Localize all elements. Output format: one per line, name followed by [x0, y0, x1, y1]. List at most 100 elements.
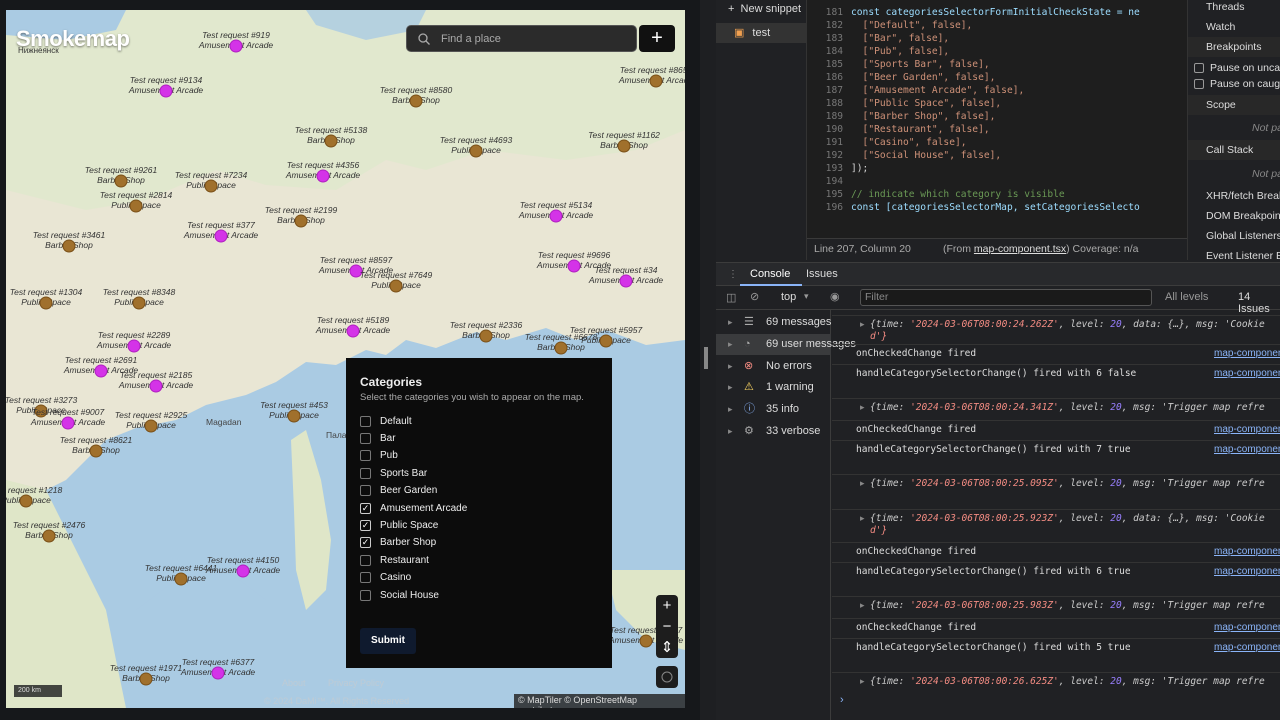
- console-message[interactable]: onCheckedChange fired map-component.tsx: [832, 621, 1280, 635]
- console-message[interactable]: handleCategorySelectorChange() fired wit…: [832, 641, 1280, 655]
- category-option[interactable]: ✓ Amusement Arcade: [360, 501, 467, 515]
- checkbox-icon[interactable]: [360, 467, 371, 479]
- console-message[interactable]: ▸ {time: '2024-03-06T08:00:26.625Z', leve…: [832, 675, 1280, 689]
- barber-shop-marker-icon[interactable]: [130, 200, 142, 212]
- expand-arrow-icon[interactable]: ▸: [728, 377, 733, 398]
- tab-console[interactable]: Console: [750, 268, 790, 280]
- category-option[interactable]: Beer Garden: [360, 484, 437, 498]
- public-space-marker-icon[interactable]: [150, 380, 162, 392]
- console-message[interactable]: ▸ {time: '2024-03-06T08:00:25.923Z', leve…: [832, 512, 1280, 538]
- expand-arrow-icon[interactable]: ▸: [860, 318, 865, 331]
- public-space-marker-icon[interactable]: [128, 340, 140, 352]
- console-message[interactable]: onCheckedChange fired map-component.tsx: [832, 423, 1280, 437]
- expand-arrow-icon[interactable]: ▸: [860, 401, 865, 414]
- barber-shop-marker-icon[interactable]: [140, 673, 152, 685]
- source-link[interactable]: map-component.tsx: [1214, 599, 1280, 601]
- barber-shop-marker-icon[interactable]: [90, 445, 102, 457]
- search-input[interactable]: Find a place: [406, 25, 637, 52]
- category-option[interactable]: ✓ Barber Shop: [360, 536, 436, 550]
- footer-link-about[interactable]: About: [282, 678, 306, 688]
- console-message[interactable]: handleCategorySelectorChange() fired wit…: [832, 367, 1280, 381]
- pause-caught-checkbox[interactable]: Pause on caught: [1210, 78, 1280, 90]
- public-space-marker-icon[interactable]: [550, 210, 562, 222]
- expand-arrow-icon[interactable]: ▸: [728, 312, 733, 333]
- console-message[interactable]: ▸ {time: '2024-03-06T08:00:25.983Z', leve…: [832, 599, 1280, 613]
- category-option[interactable]: Bar: [360, 431, 396, 445]
- console-filter-info[interactable]: ▸ ⓘ 35 info: [716, 399, 831, 420]
- geolocate-button[interactable]: [656, 666, 678, 688]
- expand-arrow-icon[interactable]: ▸: [860, 477, 865, 490]
- public-space-marker-icon[interactable]: [212, 667, 224, 679]
- issues-counter[interactable]: 14 Issues: [1238, 291, 1280, 315]
- expand-arrow-icon[interactable]: ▸: [860, 675, 865, 688]
- map-attribution[interactable]: © MapTiler © OpenStreetMap contributors: [514, 694, 685, 708]
- console-filter-user[interactable]: ▸ ◔ 69 user messages: [716, 333, 856, 355]
- snippet-item[interactable]: ▣ test: [716, 23, 806, 43]
- category-option[interactable]: Pub: [360, 449, 398, 463]
- source-link[interactable]: map-component.tsx: [1214, 367, 1280, 380]
- category-option[interactable]: Social House: [360, 588, 439, 602]
- barber-shop-marker-icon[interactable]: [618, 140, 630, 152]
- barber-shop-marker-icon[interactable]: [145, 420, 157, 432]
- checkbox-icon[interactable]: [360, 554, 371, 566]
- barber-shop-marker-icon[interactable]: [650, 75, 662, 87]
- barber-shop-marker-icon[interactable]: [63, 240, 75, 252]
- barber-shop-marker-icon[interactable]: [325, 135, 337, 147]
- source-link[interactable]: map-component.tsx: [1214, 512, 1280, 514]
- checkbox-icon[interactable]: [360, 572, 371, 584]
- public-space-marker-icon[interactable]: [317, 170, 329, 182]
- public-space-marker-icon[interactable]: [160, 85, 172, 97]
- new-snippet-button[interactable]: + New snippet: [728, 3, 801, 15]
- source-link[interactable]: map-component.tsx: [1214, 641, 1280, 654]
- console-message[interactable]: onCheckedChange fired map-component.tsx: [832, 347, 1280, 361]
- global-listeners-section[interactable]: Global Listeners: [1206, 230, 1280, 242]
- source-link[interactable]: map-component.tsx: [1214, 318, 1280, 320]
- checkbox-icon[interactable]: [360, 432, 371, 444]
- source-link[interactable]: map-component.tsx: [1214, 477, 1280, 479]
- barber-shop-marker-icon[interactable]: [133, 297, 145, 309]
- console-message[interactable]: ▸ {time: '2024-03-06T08:00:25.095Z', leve…: [832, 477, 1280, 491]
- barber-shop-marker-icon[interactable]: [480, 330, 492, 342]
- tab-issues[interactable]: Issues: [806, 268, 838, 280]
- expand-arrow-icon[interactable]: ▸: [860, 599, 865, 612]
- public-space-marker-icon[interactable]: [237, 565, 249, 577]
- checkbox-checked-icon[interactable]: ✓: [360, 502, 371, 514]
- public-space-marker-icon[interactable]: [620, 275, 632, 287]
- category-option[interactable]: Default: [360, 414, 412, 428]
- code-editor[interactable]: 181 const categoriesSelectorFormInitialCh…: [807, 0, 1187, 238]
- expand-arrow-icon[interactable]: ▸: [860, 512, 865, 525]
- threads-section[interactable]: Threads: [1206, 1, 1245, 13]
- barber-shop-marker-icon[interactable]: [410, 95, 422, 107]
- console-filter-error[interactable]: ▸ ⊗ No errors: [716, 356, 831, 377]
- barber-shop-marker-icon[interactable]: [555, 342, 567, 354]
- category-option[interactable]: ✓ Public Space: [360, 518, 438, 532]
- console-message[interactable]: ▸ {time: '2024-03-06T08:00:24.262Z', leve…: [832, 318, 1280, 344]
- public-space-marker-icon[interactable]: [568, 260, 580, 272]
- source-link[interactable]: map-component.tsx: [1214, 621, 1280, 634]
- source-link[interactable]: map-component.tsx: [1214, 443, 1280, 456]
- public-space-marker-icon[interactable]: [95, 365, 107, 377]
- checkbox-icon[interactable]: [360, 450, 371, 462]
- checkbox-icon[interactable]: [360, 415, 371, 427]
- barber-shop-marker-icon[interactable]: [640, 635, 652, 647]
- console-prompt-icon[interactable]: ›: [840, 694, 844, 706]
- drawer-menu-icon[interactable]: ⋮: [728, 269, 738, 280]
- console-message[interactable]: handleCategorySelectorChange() fired wit…: [832, 565, 1280, 579]
- submit-button[interactable]: Submit: [360, 628, 416, 654]
- expand-arrow-icon[interactable]: ▸: [728, 356, 733, 377]
- context-selector[interactable]: top: [781, 291, 796, 303]
- eye-icon[interactable]: ◉: [830, 290, 840, 303]
- category-option[interactable]: Restaurant: [360, 553, 429, 567]
- footer-link-privacy[interactable]: Privacy Policy: [328, 678, 384, 688]
- xhr-breakpoints-section[interactable]: XHR/fetch Breakpoints: [1206, 190, 1280, 202]
- barber-shop-marker-icon[interactable]: [175, 573, 187, 585]
- expand-arrow-icon[interactable]: ▸: [728, 334, 733, 355]
- barber-shop-marker-icon[interactable]: [20, 495, 32, 507]
- add-place-button[interactable]: +: [639, 25, 675, 52]
- barber-shop-marker-icon[interactable]: [40, 297, 52, 309]
- category-option[interactable]: Casino: [360, 571, 411, 585]
- console-filter-verbose[interactable]: ▸ ⚙ 33 verbose: [716, 421, 831, 442]
- source-link[interactable]: map-component.tsx: [1214, 423, 1280, 436]
- console-message[interactable]: onCheckedChange fired map-component.tsx: [832, 545, 1280, 559]
- barber-shop-marker-icon[interactable]: [115, 175, 127, 187]
